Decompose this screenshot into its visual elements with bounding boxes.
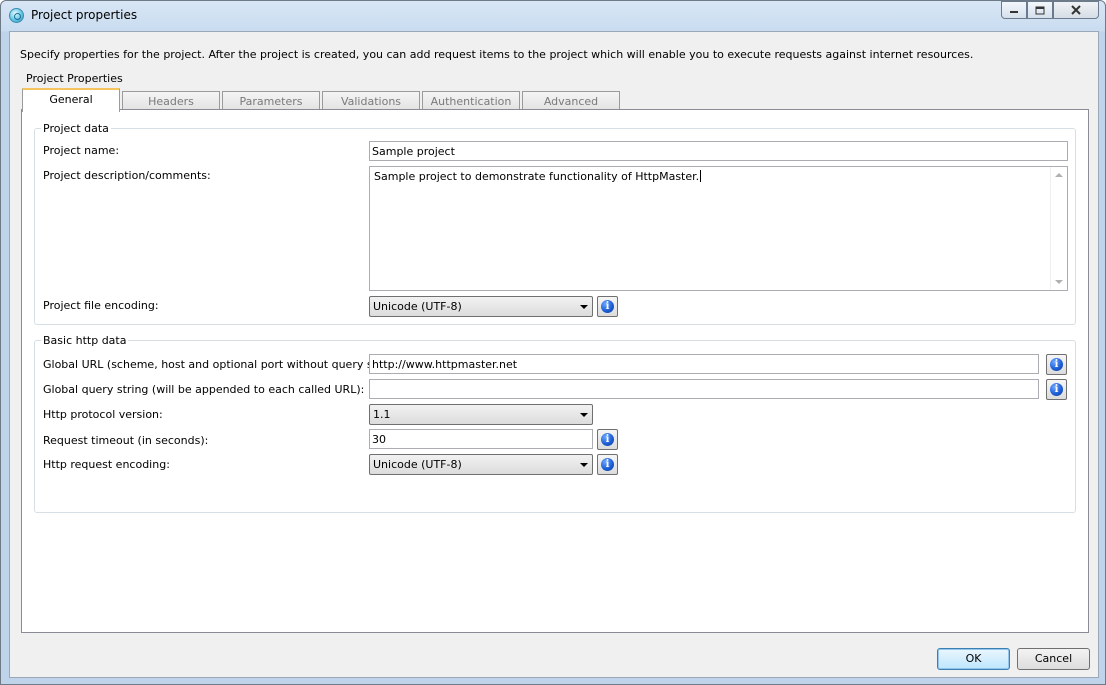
project-encoding-info-button[interactable]: i [597,296,618,317]
text-caret [700,170,702,182]
info-icon: i [601,433,614,446]
tab-parameters[interactable]: Parameters [222,91,320,110]
intro-text: Specify properties for the project. Afte… [20,48,974,61]
maximize-button[interactable] [1027,1,1053,19]
project-data-title: Project data [41,122,111,135]
request-encoding-select[interactable]: Unicode (UTF-8) [369,454,593,475]
ok-button[interactable]: OK [937,648,1010,670]
global-url-value: http://www.httpmaster.net [372,358,518,371]
tab-advanced[interactable]: Advanced [522,91,620,110]
maximize-icon [1035,6,1045,14]
httpmaster-icon [9,8,24,23]
project-name-value: Sample project [372,145,455,158]
tab-general[interactable]: General [22,88,120,112]
global-url-input[interactable]: http://www.httpmaster.net [369,354,1039,374]
global-url-info-button[interactable]: i [1046,354,1067,375]
description-scrollbar[interactable] [1050,167,1067,290]
tab-validations[interactable]: Validations [322,91,420,110]
project-description-textarea[interactable]: Sample project to demonstrate functional… [369,166,1068,291]
project-encoding-label: Project file encoding: [43,299,159,312]
project-properties-label: Project Properties [26,72,123,85]
dialog-client-area: Specify properties for the project. Afte… [9,31,1099,678]
info-icon: i [1050,358,1063,371]
tab-panel-general: Project data Project name: Sample projec… [21,109,1089,633]
chevron-down-icon [580,305,588,309]
global-query-label: Global query string (will be appended to… [43,383,365,396]
protocol-version-label: Http protocol version: [43,408,163,421]
project-description-value: Sample project to demonstrate functional… [374,170,700,183]
project-encoding-select[interactable]: Unicode (UTF-8) [369,296,593,317]
tab-authentication[interactable]: Authentication [422,91,520,110]
chevron-down-icon [580,463,588,467]
title-bar[interactable]: Project properties [1,1,1105,31]
project-name-label: Project name: [43,144,120,157]
info-icon: i [601,458,614,471]
scroll-up-icon[interactable] [1055,173,1063,177]
dialog-window: Project properties Specify properties fo… [0,0,1106,685]
project-name-input[interactable]: Sample project [369,141,1068,161]
basic-http-group: Basic http data Global URL (scheme, host… [34,334,1076,513]
request-encoding-info-button[interactable]: i [597,454,618,475]
global-query-info-button[interactable]: i [1046,379,1067,400]
protocol-version-value: 1.1 [373,408,391,421]
caption-buttons [1001,1,1099,21]
scroll-down-icon[interactable] [1055,280,1063,284]
chevron-down-icon [580,413,588,417]
request-encoding-value: Unicode (UTF-8) [373,458,462,471]
project-description-label: Project description/comments: [43,169,211,182]
request-timeout-label: Request timeout (in seconds): [43,434,209,447]
close-icon [1071,5,1081,15]
info-icon: i [1050,383,1063,396]
protocol-version-select[interactable]: 1.1 [369,404,593,425]
minimize-button[interactable] [1001,1,1027,19]
close-button[interactable] [1053,1,1099,19]
window-title: Project properties [31,8,138,22]
basic-http-title: Basic http data [41,334,129,347]
cancel-button[interactable]: Cancel [1017,648,1090,670]
request-encoding-label: Http request encoding: [43,458,170,471]
project-data-group: Project data Project name: Sample projec… [34,122,1076,325]
request-timeout-input[interactable]: 30 [369,429,593,449]
tab-headers[interactable]: Headers [122,91,220,110]
global-query-input[interactable] [369,379,1039,399]
info-icon: i [601,300,614,313]
project-encoding-value: Unicode (UTF-8) [373,300,462,313]
minimize-icon [1010,11,1018,13]
global-url-label: Global URL (scheme, host and optional po… [43,358,407,371]
request-timeout-info-button[interactable]: i [597,429,618,450]
request-timeout-value: 30 [372,433,386,446]
